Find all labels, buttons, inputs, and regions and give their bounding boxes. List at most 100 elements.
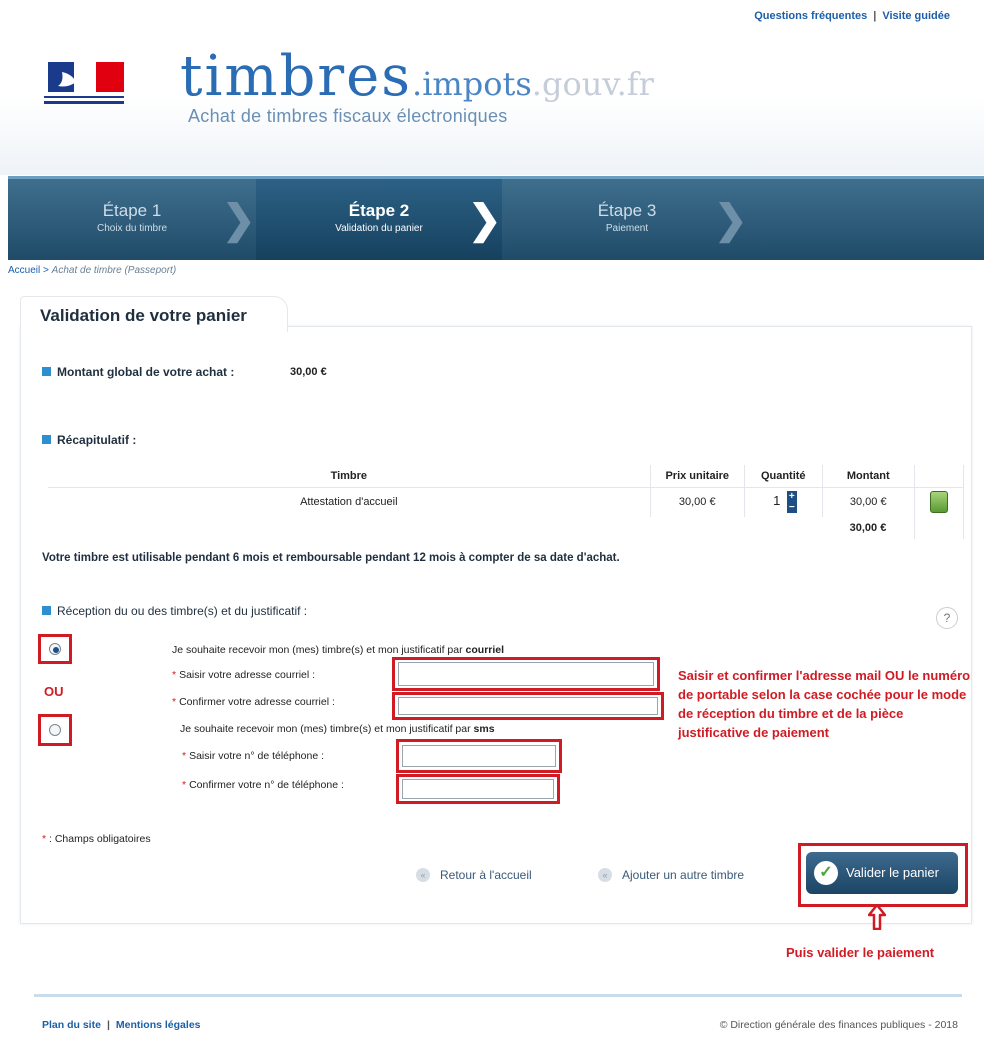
sms-option-label: Je souhaite recevoir mon (mes) timbre(s)… — [180, 723, 495, 735]
step-2: Étape 2 Validation du panier — [256, 179, 502, 260]
top-links-separator: | — [873, 10, 877, 22]
col-header-prix: Prix unitaire — [650, 465, 745, 488]
site-logo[interactable]: timbres.impots.gouv.fr — [180, 44, 654, 109]
square-bullet-icon — [42, 606, 51, 615]
step-2-sub: Validation du panier — [335, 223, 423, 234]
phone-input[interactable] — [402, 745, 556, 767]
step-1: Étape 1 Choix du timbre — [8, 179, 256, 260]
sms-option-word: sms — [473, 723, 495, 735]
step-1-sub: Choix du timbre — [96, 223, 168, 234]
table-row: Attestation d'accueil 30,00 € 1 + − 30,00… — [48, 487, 965, 517]
quantity-value[interactable]: 1 — [770, 492, 784, 510]
footer-copyright: © Direction générale des finances publiq… — [719, 1019, 958, 1031]
total-amount-value: 30,00 € — [290, 366, 327, 378]
cell-prix: 30,00 € — [650, 487, 745, 517]
help-icon[interactable]: ? — [936, 607, 958, 629]
cell-timbre: Attestation d'accueil — [48, 487, 651, 517]
breadcrumb: Accueil > Achat de timbre (Passeport) — [8, 265, 176, 276]
recap-label-text: Récapitulatif : — [57, 433, 137, 447]
chevron-right-icon: ❯ — [222, 198, 256, 242]
mail-field-2-label: * Confirmer votre adresse courriel : — [172, 696, 335, 708]
annotation-validate-payment: Puis valider le paiement — [786, 945, 935, 960]
step-1-label: Étape 1 — [102, 201, 162, 220]
mail-option-text: Je souhaite recevoir mon (mes) timbre(s)… — [172, 644, 463, 656]
step-2-label: Étape 2 — [348, 201, 410, 220]
minus-icon[interactable]: − — [787, 502, 797, 513]
cell-delete — [914, 487, 965, 517]
required-mark: * — [182, 750, 187, 762]
faq-link[interactable]: Questions fréquentes — [754, 10, 867, 22]
mail-field-2-text: Confirmer votre adresse courriel : — [179, 696, 335, 708]
cell-total: 30,00 € — [822, 517, 915, 539]
col-header-actions — [914, 465, 965, 488]
phone-field-2-label: * Confirmer votre n° de téléphone : — [182, 779, 344, 791]
marianne-logo — [44, 62, 124, 104]
top-links: Questions fréquentes | Visite guidée — [754, 10, 950, 22]
phone-field-1-text: Saisir votre n° de téléphone : — [189, 750, 325, 762]
col-header-montant: Montant — [822, 465, 915, 488]
table-total-row: 30,00 € — [48, 517, 965, 539]
breadcrumb-current: Achat de timbre (Passeport) — [51, 265, 177, 276]
site-map-link[interactable]: Plan du site — [42, 1019, 101, 1031]
legal-notice-link[interactable]: Mentions légales — [116, 1019, 201, 1031]
add-other-stamp-label: Ajouter un autre timbre — [622, 868, 745, 882]
double-chevron-left-icon: « — [416, 868, 430, 882]
required-fields-note: * : Champs obligatoires — [42, 833, 151, 845]
radio-sms[interactable] — [49, 724, 61, 736]
required-mark: * — [172, 696, 177, 708]
mail-field-1-label: * Saisir votre adresse courriel : — [172, 669, 315, 681]
add-other-stamp-button[interactable]: « Ajouter un autre timbre — [598, 868, 744, 882]
email-input[interactable] — [398, 662, 654, 686]
reception-label-text: Réception du ou des timbre(s) et du just… — [57, 604, 308, 618]
site-subtitle: Achat de timbres fiscaux électroniques — [188, 106, 508, 126]
required-mark: * — [172, 669, 177, 681]
footer-divider — [34, 994, 962, 997]
radio-mail-dot — [53, 647, 59, 653]
double-chevron-left-icon: « — [598, 868, 612, 882]
mail-field-1-text: Saisir votre adresse courriel : — [179, 669, 316, 681]
phone-field-2-text: Confirmer votre n° de téléphone : — [189, 779, 344, 791]
footer-links: Plan du site | Mentions légales — [42, 1019, 201, 1031]
validate-cart-button[interactable]: ✓ Valider le panier — [806, 852, 958, 894]
phone-confirm-input[interactable] — [402, 779, 554, 799]
back-home-label: Retour à l'accueil — [440, 868, 532, 882]
table-header-row: Timbre Prix unitaire Quantité Montant — [48, 465, 965, 488]
steps-bar: Étape 1 Choix du timbre ❯ Étape 2 Valida… — [8, 176, 984, 260]
cart-panel — [20, 326, 972, 924]
back-home-button[interactable]: « Retour à l'accueil — [416, 868, 532, 882]
recap-label: Récapitulatif : — [42, 433, 136, 447]
required-mark: * — [42, 833, 47, 845]
cell-montant: 30,00 € — [822, 487, 915, 517]
annotation-instructions: Saisir et confirmer l'adresse mail OU le… — [678, 668, 971, 740]
radio-mail[interactable] — [49, 643, 61, 655]
footer-separator: | — [106, 1019, 110, 1031]
sms-option-text: Je souhaite recevoir mon (mes) timbre(s)… — [180, 723, 471, 735]
quantity-stepper[interactable]: + − — [786, 491, 797, 514]
total-amount-label: Montant global de votre achat : — [42, 365, 234, 379]
validity-note: Votre timbre est utilisable pendant 6 mo… — [42, 552, 620, 564]
logo-tld-text: .gouv.fr — [531, 65, 654, 103]
plus-icon[interactable]: + — [787, 491, 797, 502]
or-label: OU — [44, 684, 64, 699]
phone-field-1-label: * Saisir votre n° de téléphone : — [182, 750, 324, 762]
guided-tour-link[interactable]: Visite guidée — [882, 10, 950, 22]
required-mark: * — [182, 779, 187, 791]
square-bullet-icon — [42, 435, 51, 444]
breadcrumb-home[interactable]: Accueil — [8, 265, 40, 276]
logo-main-text: timbres — [180, 44, 413, 109]
trash-icon[interactable] — [929, 491, 948, 514]
total-amount-label-text: Montant global de votre achat : — [57, 365, 235, 379]
chevron-right-icon: ❯ — [468, 198, 502, 242]
chevron-right-icon: ❯ — [714, 198, 748, 242]
reception-label: Réception du ou des timbre(s) et du just… — [42, 604, 307, 618]
page-title: Validation de votre panier — [40, 306, 247, 325]
breadcrumb-separator: > — [43, 265, 49, 276]
recap-table: Timbre Prix unitaire Quantité Montant At… — [48, 465, 965, 539]
square-bullet-icon — [42, 367, 51, 376]
arrow-up-icon — [868, 904, 886, 930]
email-confirm-input[interactable] — [398, 697, 658, 715]
mail-option-word: courriel — [465, 644, 505, 656]
logo-domain-text: .impots — [412, 65, 532, 103]
validate-cart-label: Valider le panier — [846, 865, 939, 880]
mail-option-label: Je souhaite recevoir mon (mes) timbre(s)… — [172, 644, 504, 656]
